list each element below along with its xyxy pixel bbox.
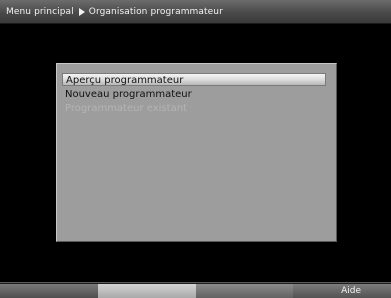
tv-screen: Menu principal Organisation programmateu… (0, 0, 391, 298)
blue-key-button[interactable]: Aide (293, 284, 391, 298)
title-bar: Menu principal Organisation programmateu… (0, 0, 391, 24)
red-key-button[interactable] (0, 284, 98, 298)
breadcrumb: Menu principal Organisation programmateu… (6, 6, 223, 18)
menu-item-existing-timer: Programmateur existant (65, 103, 187, 114)
arrow-right-icon (78, 8, 85, 16)
timer-organisation-menu: Aperçu programmateur Nouveau programmate… (56, 63, 337, 242)
breadcrumb-root[interactable]: Menu principal (6, 7, 74, 17)
help-button-label: Aide (341, 286, 361, 296)
breadcrumb-current: Organisation programmateur (88, 7, 223, 17)
menu-item-new-timer[interactable]: Nouveau programmateur (65, 88, 192, 101)
yellow-key-button[interactable] (196, 284, 293, 298)
green-key-button[interactable] (98, 284, 196, 298)
menu-item-timer-overview[interactable]: Aperçu programmateur (62, 73, 326, 86)
color-key-bar: Aide (0, 282, 391, 298)
